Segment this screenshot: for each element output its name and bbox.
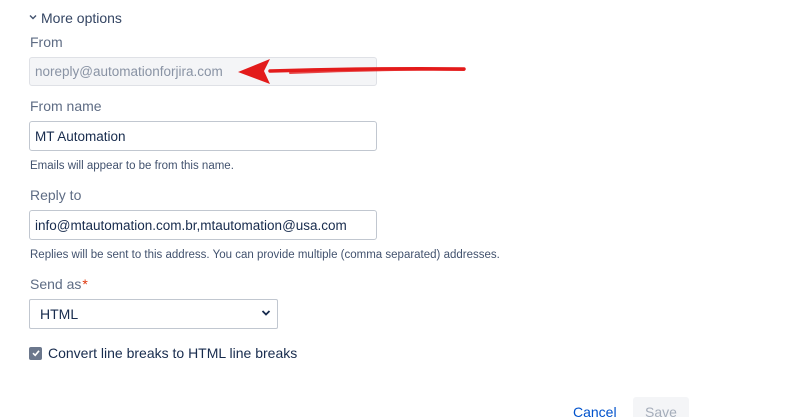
red-arrow-icon xyxy=(230,55,470,94)
more-options-toggle[interactable]: More options xyxy=(29,10,122,26)
chevron-down-icon xyxy=(261,309,271,320)
save-button[interactable]: Save xyxy=(633,397,689,417)
required-marker: * xyxy=(82,276,88,292)
chevron-down-icon xyxy=(29,13,37,24)
from-name-help: Emails will appear to be from this name. xyxy=(30,160,234,172)
email-options-form: More options From From name Emails will … xyxy=(0,0,792,417)
convert-line-breaks-checkbox[interactable] xyxy=(29,346,42,360)
reply-to-field[interactable] xyxy=(29,210,377,240)
checkmark-icon xyxy=(31,350,40,357)
from-label: From xyxy=(30,34,63,50)
from-name-label: From name xyxy=(30,98,102,114)
convert-line-breaks-label: Convert line breaks to HTML line breaks xyxy=(48,345,298,361)
more-options-label: More options xyxy=(41,10,122,26)
reply-to-help: Replies will be sent to this address. Yo… xyxy=(30,249,500,261)
send-as-label: Send as* xyxy=(30,276,88,292)
reply-to-label: Reply to xyxy=(30,187,82,203)
cancel-button[interactable]: Cancel xyxy=(573,404,617,417)
send-as-selected: HTML xyxy=(40,306,79,322)
send-as-select[interactable]: HTML xyxy=(29,299,278,329)
send-as-label-text: Send as xyxy=(30,276,82,292)
convert-line-breaks-row: Convert line breaks to HTML line breaks xyxy=(29,345,297,361)
from-name-field[interactable] xyxy=(29,121,377,151)
